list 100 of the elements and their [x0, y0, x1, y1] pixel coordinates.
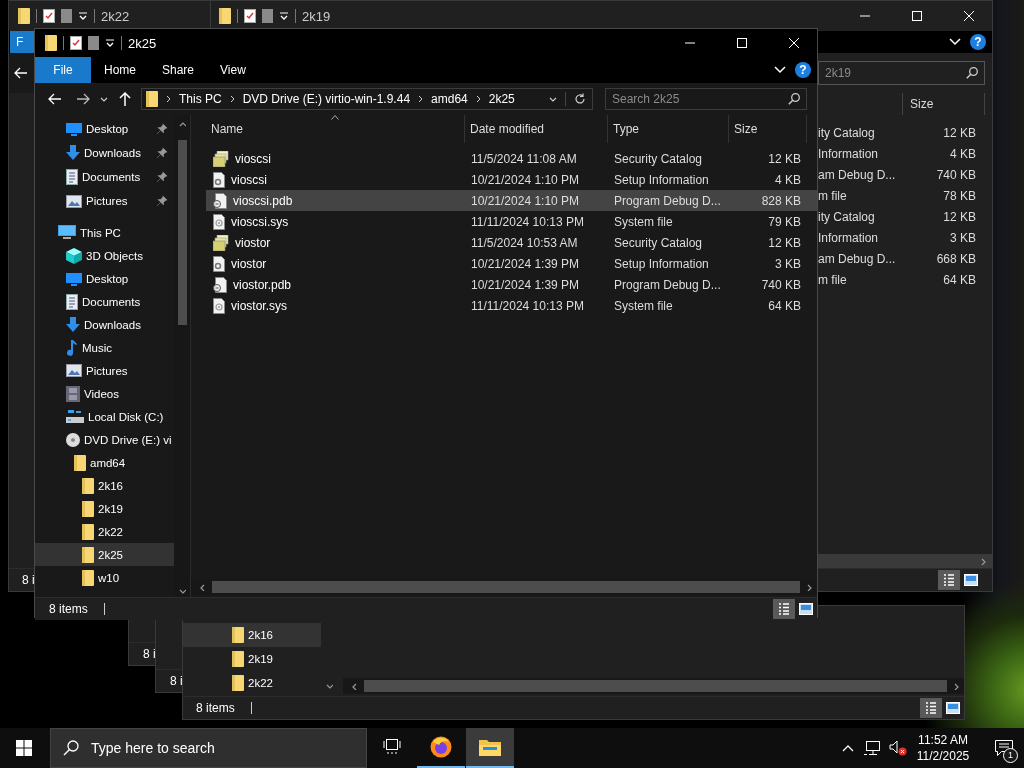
large-icons-view-icon	[964, 574, 978, 586]
file-type: Program Debug D...	[614, 193, 721, 208]
file-size: 12 KB	[768, 235, 801, 250]
file-size: 4 KB	[775, 172, 801, 187]
column-header[interactable]: Date modified	[465, 115, 608, 143]
folder-icon	[82, 523, 94, 540]
file-row[interactable]: vioscsi.sys 11/11/2024 10:13 PM System file 79 KB	[206, 211, 817, 232]
details-view-button[interactable]	[938, 570, 960, 590]
breadcrumb[interactable]: DVD Drive (E:) virtio-win-1.9.44	[242, 92, 411, 106]
address-bar[interactable]: This PC DVD Drive (E:) virtio-win-1.9.44 amd64 2k25	[141, 88, 593, 110]
scroll-down-icon	[178, 588, 186, 595]
nav-item[interactable]: Music	[35, 336, 174, 359]
help-button[interactable]: ?	[970, 34, 986, 50]
details-view-button[interactable]	[920, 698, 942, 718]
nav-item[interactable]: 2k16	[35, 474, 174, 497]
folder-icon	[479, 738, 501, 756]
ribbon-tab[interactable]: Home	[91, 57, 149, 83]
scrollbar-thumb[interactable]	[364, 680, 947, 692]
scroll-up-icon	[178, 121, 186, 128]
ribbon-tab[interactable]: F	[10, 31, 34, 53]
breadcrumb[interactable]: amd64	[431, 92, 468, 106]
file-type: m file	[818, 272, 847, 287]
window-title: 2k19	[302, 8, 331, 24]
breadcrumb[interactable]: 2k25	[488, 92, 515, 106]
folder-icon	[82, 546, 94, 563]
nav-item[interactable]: 3D Objects	[35, 244, 174, 267]
scroll-right-icon	[980, 557, 987, 565]
file-row[interactable]: vioscsi.pdb 10/21/2024 1:10 PM Program Debug D... 828 KB	[206, 190, 817, 211]
nav-item[interactable]: amd64	[35, 451, 174, 474]
file-name: vioscsi	[235, 151, 271, 166]
search-icon	[966, 67, 978, 79]
column-header[interactable]: Size	[729, 115, 807, 143]
nav-item[interactable]: Pictures	[35, 359, 174, 382]
page-icon	[88, 36, 99, 50]
nav-item[interactable]: This PC	[35, 221, 174, 244]
nav-item[interactable]: Desktop	[35, 267, 174, 290]
drive-icon	[66, 409, 84, 424]
breadcrumb[interactable]: This PC	[179, 92, 222, 106]
file-size: 64 KB	[943, 272, 977, 287]
taskbar-search-box[interactable]: Type here to search	[50, 728, 367, 768]
checklist-icon	[43, 9, 55, 23]
date-modified: 10/21/2024 1:10 PM	[471, 193, 580, 208]
file-size: 668 KB	[936, 251, 977, 266]
nav-item[interactable]: w10	[35, 566, 174, 589]
file-name: vioscsi.sys	[231, 214, 289, 229]
chevron-right-icon	[418, 95, 424, 103]
nav-item[interactable]: 2k16	[183, 623, 321, 647]
nav-item[interactable]: Local Disk (C:)	[35, 405, 174, 428]
clock[interactable]: 11:52 AM 11/2/2025	[912, 728, 974, 768]
details-view-button[interactable]	[773, 599, 795, 619]
ribbon-tab[interactable]: View	[207, 57, 259, 83]
nav-item[interactable]: Documents	[35, 165, 174, 189]
file-row[interactable]: viostor 10/21/2024 1:39 PM Setup Information 3 KB	[206, 253, 817, 274]
windows-logo-icon	[16, 740, 32, 756]
folder-icon	[82, 500, 94, 517]
search-box[interactable]: 2k19	[818, 61, 985, 85]
search-icon	[788, 93, 800, 105]
nav-item[interactable]: 2k22	[35, 520, 174, 543]
stacked-pages-icon	[213, 150, 229, 167]
nav-item[interactable]: Videos	[35, 382, 174, 405]
search-box[interactable]: Search 2k25	[605, 88, 807, 110]
ribbon-tab[interactable]: Share	[149, 57, 208, 83]
nav-item[interactable]: Downloads	[35, 141, 174, 165]
file-row[interactable]: vioscsi 11/5/2024 11:08 AM Security Catalog 12 KB	[206, 148, 817, 169]
nav-item[interactable]: 2k25	[35, 543, 174, 566]
dropdown-icon	[549, 96, 557, 102]
nav-item[interactable]: Desktop	[35, 117, 174, 141]
nav-item[interactable]: 2k22	[183, 671, 321, 695]
scrollbar-thumb[interactable]	[177, 140, 187, 325]
search-field[interactable]: 2k19	[825, 66, 966, 80]
nav-item[interactable]: Pictures	[35, 189, 174, 213]
details-view-icon	[926, 702, 936, 714]
file-row[interactable]: viostor 11/5/2024 10:53 AM Security Catalog 12 KB	[206, 232, 817, 253]
file-row[interactable]: viostor.pdb 10/21/2024 1:39 PM Program Debug D... 740 KB	[206, 274, 817, 295]
chevron-right-icon	[475, 95, 481, 103]
folder-icon	[18, 8, 30, 24]
ribbon-tab[interactable]: File	[35, 57, 91, 83]
nav-item[interactable]: Documents	[35, 290, 174, 313]
nav-item[interactable]: Downloads	[35, 313, 174, 336]
nav-item[interactable]: DVD Drive (E:) vi	[35, 428, 174, 451]
folder-icon	[146, 91, 158, 107]
file-row[interactable]: viostor.sys 11/11/2024 10:13 PM System file 64 KB	[206, 295, 817, 316]
column-header[interactable]: Size	[902, 93, 985, 115]
nav-item[interactable]: 2k19	[35, 497, 174, 520]
column-header[interactable]: Name	[206, 115, 465, 143]
column-header[interactable]: Type	[608, 115, 729, 143]
notifications-button[interactable]: 1	[984, 728, 1024, 768]
file-size: 64 KB	[768, 298, 801, 313]
search-field[interactable]: Search 2k25	[612, 92, 788, 106]
scrollbar[interactable]	[343, 678, 964, 694]
taskbar-app-button[interactable]	[466, 728, 514, 768]
file-name: viostor.sys	[231, 298, 287, 313]
nav-item[interactable]: 2k19	[183, 647, 321, 671]
scrollbar-thumb[interactable]	[212, 581, 800, 593]
date-modified: 11/11/2024 10:13 PM	[471, 214, 584, 229]
item-count: 8 i	[22, 573, 35, 587]
help-button[interactable]: ?	[795, 62, 811, 78]
file-type: Program Debug D...	[614, 277, 721, 292]
file-row[interactable]: vioscsi 10/21/2024 1:10 PM Setup Information 4 KB	[206, 169, 817, 190]
scrollbar[interactable]	[818, 554, 993, 568]
